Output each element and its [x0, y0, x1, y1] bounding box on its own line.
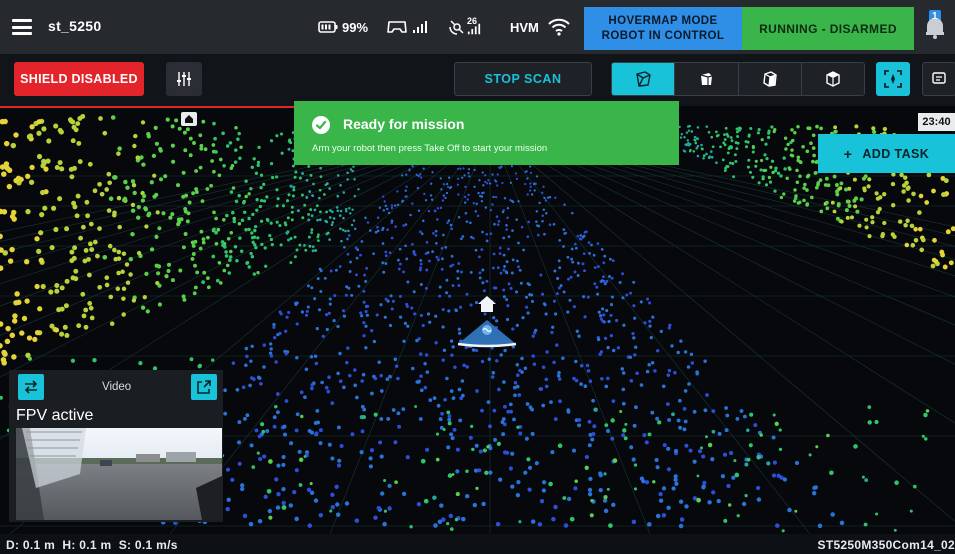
mission-ready-toast: Ready for mission Arm your robot then pr…: [294, 101, 679, 165]
cube-perspective-icon: [636, 71, 651, 87]
home-indicator: [181, 112, 197, 126]
telemetry-stats: D: 0.1 m H: 0.1 m S: 0.1 m/s: [6, 538, 178, 552]
status-bar: D: 0.1 m H: 0.1 m S: 0.1 m/s ST5250M350C…: [0, 534, 955, 554]
expand-video-button[interactable]: [191, 374, 217, 400]
toolbar: SHIELD DISABLED STOP SCAN: [0, 54, 955, 106]
view-top-button[interactable]: [801, 63, 864, 95]
tune-button[interactable]: [166, 62, 202, 96]
robot-position-icon[interactable]: [456, 318, 518, 348]
signal-bars-icon: [413, 21, 427, 33]
mission-id: ST5250M350Com14_02: [817, 538, 955, 552]
view-mode-group: [611, 62, 865, 96]
cube-top-icon: [826, 71, 840, 87]
home-marker-icon: [478, 296, 496, 312]
controller-icon: [387, 21, 407, 33]
view-front-button[interactable]: [675, 63, 739, 95]
hovermap-mode-badge[interactable]: HOVERMAP MODE ROBOT IN CONTROL: [584, 7, 742, 50]
toast-title: Ready for mission: [343, 116, 465, 132]
swap-video-button[interactable]: [18, 374, 44, 400]
battery-icon: [318, 21, 338, 33]
mode-line-2: ROBOT IN CONTROL: [601, 29, 725, 42]
external-open-icon: [197, 380, 211, 394]
check-icon: [312, 116, 330, 134]
video-panel: Video FPV active: [9, 370, 223, 522]
add-task-button[interactable]: + ADD TASK: [818, 134, 955, 173]
hvm-wifi-status: HVM: [510, 0, 571, 54]
satellite-count: 26: [467, 16, 478, 26]
battery-percent: 99%: [342, 19, 369, 35]
notification-bell[interactable]: 1: [924, 8, 946, 40]
toast-message: Arm your robot then press Take Off to st…: [312, 143, 548, 154]
add-task-label: ADD TASK: [862, 146, 930, 161]
robot-state-badge: RUNNING - DISARMED: [742, 7, 914, 50]
sliders-icon: [177, 72, 191, 86]
view-side-button[interactable]: [738, 63, 802, 95]
messages-button[interactable]: [922, 62, 955, 96]
focus-target-icon: [884, 70, 902, 88]
cube-side-icon: [762, 71, 777, 87]
recenter-button[interactable]: [876, 62, 910, 96]
home-icon: [185, 115, 193, 123]
video-label: Video: [102, 381, 132, 393]
notification-count: 1: [932, 11, 938, 22]
message-icon: [932, 72, 946, 84]
mission-clock: 23:40: [918, 113, 955, 131]
shield-button[interactable]: SHIELD DISABLED: [14, 62, 144, 96]
fpv-status: FPV active: [16, 407, 94, 424]
battery-status: 99%: [318, 0, 368, 54]
controller-link-status: [386, 0, 428, 54]
mode-line-1: HOVERMAP MODE: [608, 14, 718, 27]
satellite-icon: [449, 20, 464, 35]
stop-scan-button[interactable]: STOP SCAN: [454, 62, 592, 96]
top-bar: st_5250 99% 26 HVM HOVERMAP MODE ROBOT I…: [0, 0, 955, 54]
swap-icon: [24, 380, 38, 394]
wifi-icon: [548, 18, 570, 36]
hvm-label: HVM: [510, 19, 539, 35]
robot-name: st_5250: [48, 18, 102, 34]
menu-icon[interactable]: [12, 17, 32, 37]
view-perspective-button[interactable]: [612, 63, 676, 95]
fpv-video-feed[interactable]: [16, 428, 222, 520]
satellite-link-status: 26: [448, 0, 481, 54]
cube-front-icon: [701, 73, 713, 85]
plus-icon: +: [843, 145, 853, 162]
